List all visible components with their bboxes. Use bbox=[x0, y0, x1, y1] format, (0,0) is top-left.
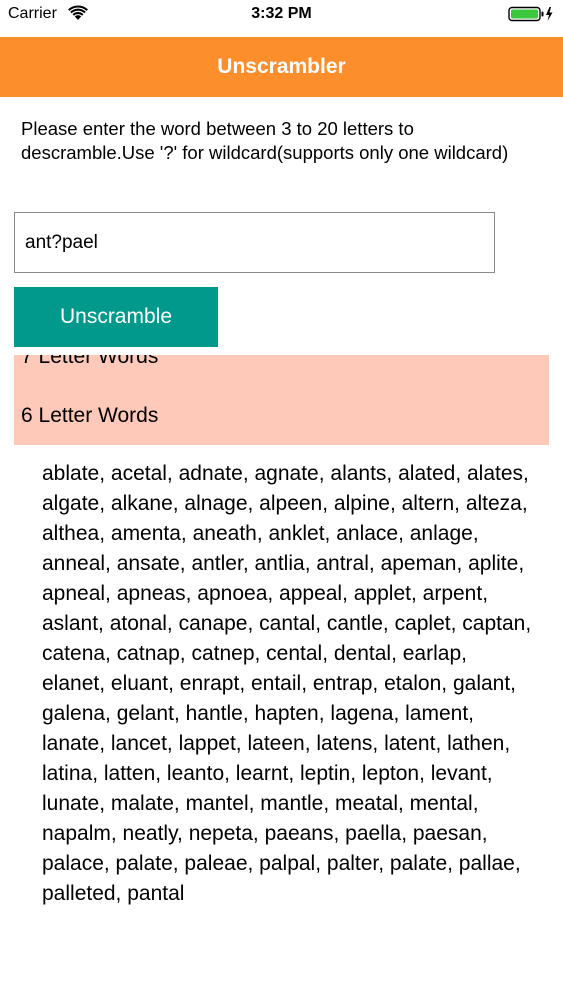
word-groups-panel: 7 Letter Words 6 Letter Words bbox=[14, 355, 549, 445]
page-title: Unscrambler bbox=[217, 55, 346, 78]
word-results-list[interactable]: ablate, acetal, adnate, agnate, alants, … bbox=[42, 459, 532, 917]
six-letter-words-text: ablate, acetal, adnate, agnate, alants, … bbox=[42, 462, 532, 905]
unscramble-button[interactable]: Unscramble bbox=[14, 287, 218, 347]
status-bar: Carrier 3:32 PM bbox=[0, 0, 563, 30]
nav-bar: Unscrambler bbox=[0, 37, 563, 97]
group-header-7-letter[interactable]: 7 Letter Words bbox=[21, 355, 158, 370]
group-header-6-letter[interactable]: 6 Letter Words bbox=[21, 403, 158, 429]
instructions-text: Please enter the word between 3 to 20 le… bbox=[21, 118, 509, 163]
word-input[interactable] bbox=[14, 212, 495, 273]
battery-charging-icon bbox=[508, 6, 553, 22]
clock: 3:32 PM bbox=[251, 5, 312, 22]
